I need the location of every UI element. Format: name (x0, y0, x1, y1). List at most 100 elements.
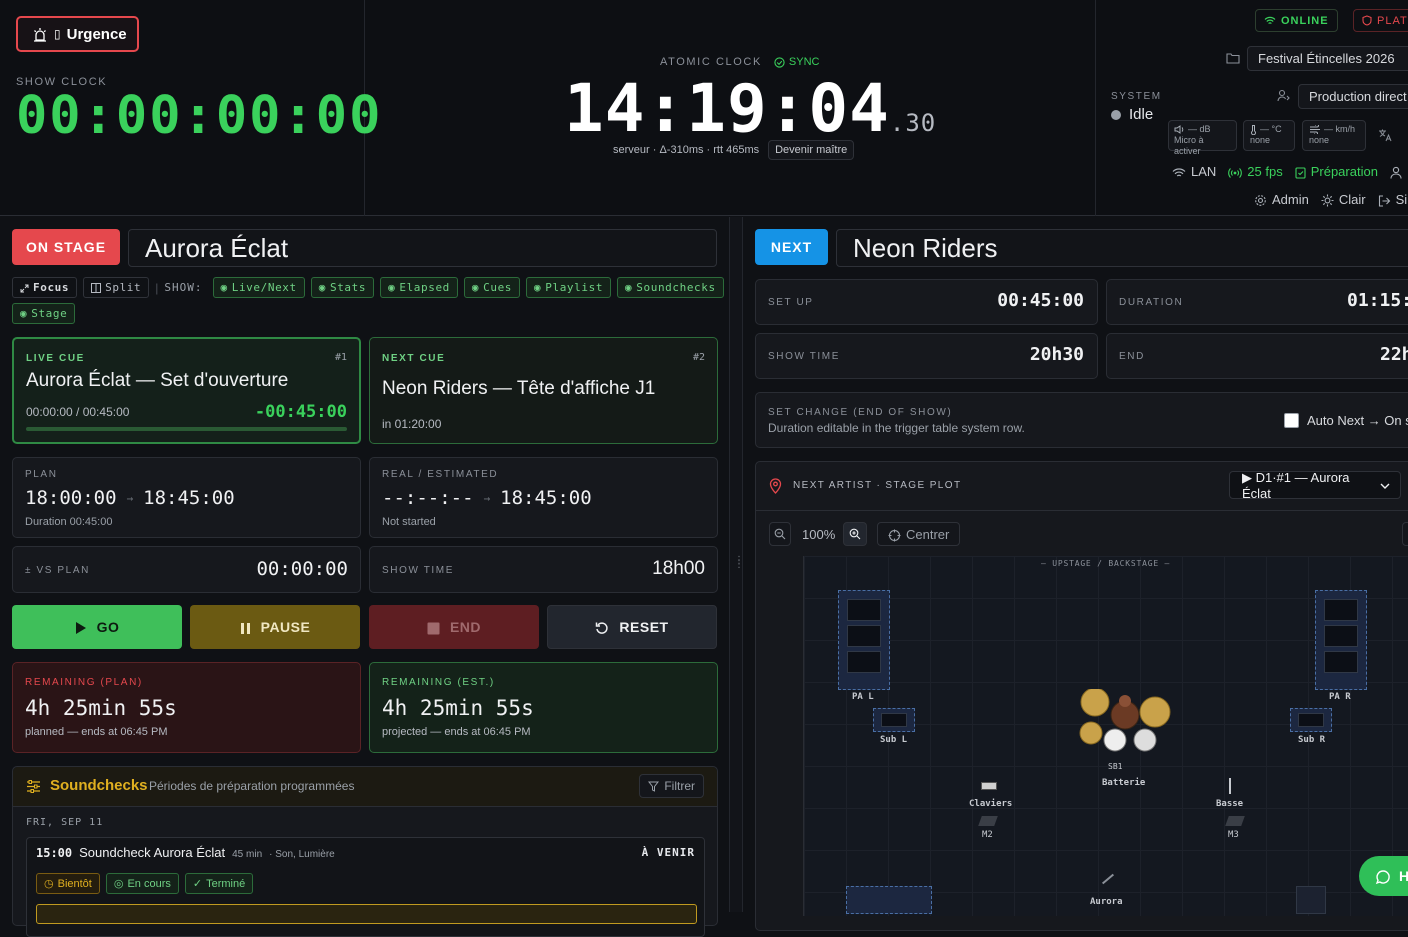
platform-label: PLATF (1377, 14, 1408, 27)
tag-soon[interactable]: ◷ Bientôt (36, 873, 100, 894)
atomic-time: 14:19:04 (564, 70, 890, 147)
filter-label: Filtrer (664, 779, 695, 793)
signout-link[interactable]: Si (1378, 192, 1407, 207)
show-time-value: 18h00 (652, 558, 705, 579)
focus-button[interactable]: Focus (12, 277, 78, 298)
monitor-wedge[interactable] (1225, 816, 1245, 826)
pause-button[interactable]: PAUSE (190, 605, 360, 649)
live-cue-countdown: -00:45:00 (254, 402, 347, 422)
separator: | (155, 280, 159, 295)
stage-plot-panel: NEXT ARTIST · STAGE PLOT ▶ D1·#1 — Auror… (755, 461, 1408, 931)
bass-label: Basse (1216, 799, 1244, 809)
auto-next-checkbox[interactable] (1284, 413, 1299, 428)
wifi-icon (1172, 164, 1186, 179)
real-label: REAL / ESTIMATED (382, 469, 499, 480)
lan-status: LAN (1172, 164, 1216, 179)
soundcheck-status: À VENIR (641, 846, 695, 859)
zoom-out-button[interactable] (769, 522, 791, 546)
next-artist-field[interactable]: Neon Riders (836, 229, 1408, 267)
reset-button[interactable]: RESET (547, 605, 717, 649)
sub-left[interactable] (873, 708, 915, 732)
chip-stage[interactable]: ◉ Stage (12, 303, 76, 324)
live-cue-title: Aurora Éclat — Set d'ouverture (26, 370, 289, 391)
platform-badge[interactable]: PLATF (1353, 9, 1408, 32)
wind-value: — km/h (1324, 124, 1356, 134)
chip-cues[interactable]: ◉ Cues (463, 277, 521, 298)
lan-label: LAN (1191, 164, 1217, 180)
monitor-wedge[interactable] (978, 816, 998, 826)
vs-plan-value: 00:00:00 (256, 558, 348, 580)
zoom-out-icon (774, 525, 786, 543)
duration-card: DURATION 01:15: (1106, 279, 1408, 325)
on-stage-artist-field[interactable]: Aurora Éclat (128, 229, 717, 267)
eye-icon: ◉ (388, 281, 396, 294)
pa-left-speaker[interactable] (838, 590, 890, 690)
chip-elapsed[interactable]: ◉ Elapsed (380, 277, 458, 298)
atomic-clock-label: ATOMIC CLOCK (660, 56, 762, 68)
play-icon (75, 619, 87, 635)
downstage-left-item[interactable] (846, 886, 932, 914)
mic-sensor[interactable]: — dB Micro à activer (1168, 120, 1237, 156)
temp-sensor[interactable]: — °C none (1243, 120, 1295, 151)
chip-playlist[interactable]: ◉ Playlist (526, 277, 612, 298)
mic-stand-icon[interactable] (1101, 873, 1115, 885)
map-pin-icon (769, 478, 782, 499)
chip-live-next[interactable]: ◉ Live/Next (212, 277, 305, 298)
center-label: Centrer (906, 526, 950, 542)
downstage-right-item[interactable] (1296, 886, 1326, 914)
festival-select[interactable]: Festival Étincelles 2026 (1247, 46, 1408, 71)
wind-sensor[interactable]: — km/h none (1302, 120, 1366, 151)
check-circle-icon: ✓ (192, 878, 203, 890)
tag-done[interactable]: ✓ Terminé (184, 873, 254, 894)
role-select[interactable]: Production direct (1298, 84, 1408, 109)
chip-label: Soundchecks (636, 281, 716, 294)
sync-label: SYNC (788, 56, 820, 68)
stage-canvas[interactable]: — UPSTAGE / BACKSTAGE — PA L PA R Sub L … (803, 556, 1408, 916)
soundcheck-date: FRI, SEP 11 (26, 817, 104, 828)
center-button[interactable]: Centrer (877, 522, 961, 546)
admin-link[interactable]: Admin (1254, 192, 1309, 207)
zoom-in-button[interactable] (843, 522, 867, 546)
become-master-button[interactable]: Devenir maître (768, 140, 855, 160)
pause-icon (240, 619, 251, 635)
urgence-button[interactable]: ▯ Urgence (16, 16, 139, 52)
box-glyph-icon: ▯ (54, 27, 61, 41)
vs-plan-label: ± VS PLAN (25, 565, 90, 576)
next-cue-title: Neon Riders — Tête d'affiche J1 (382, 378, 656, 399)
bass-icon[interactable] (1229, 778, 1231, 794)
go-button[interactable]: GO (12, 605, 182, 649)
split-button[interactable]: Split (83, 277, 150, 298)
translate-icon[interactable] (1378, 128, 1392, 147)
tag-label: Bientôt (57, 877, 92, 890)
artist-select[interactable]: ▶ D1·#1 — Aurora Éclat (1229, 470, 1401, 501)
m3-label: M3 (1228, 830, 1239, 840)
split-handle[interactable]: ⋮ ⋮ (729, 217, 744, 912)
broadcast-icon (1228, 164, 1243, 179)
tag-in-progress[interactable]: ◎ En cours (105, 873, 179, 894)
user-icon[interactable] (1390, 164, 1402, 179)
next-cue-number: #2 (692, 352, 705, 363)
end-button[interactable]: END (369, 605, 539, 649)
tag-label: Terminé (206, 877, 246, 890)
prep-status[interactable]: Préparation (1295, 164, 1378, 179)
sub-right[interactable] (1290, 708, 1332, 732)
chip-soundchecks[interactable]: ◉ Soundchecks (617, 277, 724, 298)
soundcheck-duration: 45 min (232, 849, 263, 860)
soundcheck-item[interactable]: 15:00 Soundcheck Aurora Éclat 45 min · S… (26, 837, 705, 937)
plan-start: 18:00:00 (25, 487, 117, 509)
pa-right-speaker[interactable] (1315, 590, 1367, 690)
drum-kit[interactable] (1079, 687, 1171, 761)
stop-icon (427, 619, 440, 635)
live-cue-progress-bar (26, 427, 347, 431)
help-button[interactable]: H (1359, 856, 1408, 896)
filter-button[interactable]: Filtrer (639, 774, 704, 798)
theme-toggle[interactable]: Clair (1321, 192, 1366, 207)
chip-stats[interactable]: ◉ Stats (310, 277, 375, 298)
help-label: H (1399, 868, 1408, 884)
sun-icon (1321, 192, 1334, 207)
chip-label: Live/Next (231, 281, 297, 294)
stage-tool-button[interactable] (1402, 522, 1408, 546)
set-change-card: SET CHANGE (END OF SHOW) Duration editab… (755, 392, 1408, 448)
keyboard-icon[interactable] (981, 782, 997, 790)
remaining-plan-value: 4h 25min 55s (25, 696, 177, 720)
